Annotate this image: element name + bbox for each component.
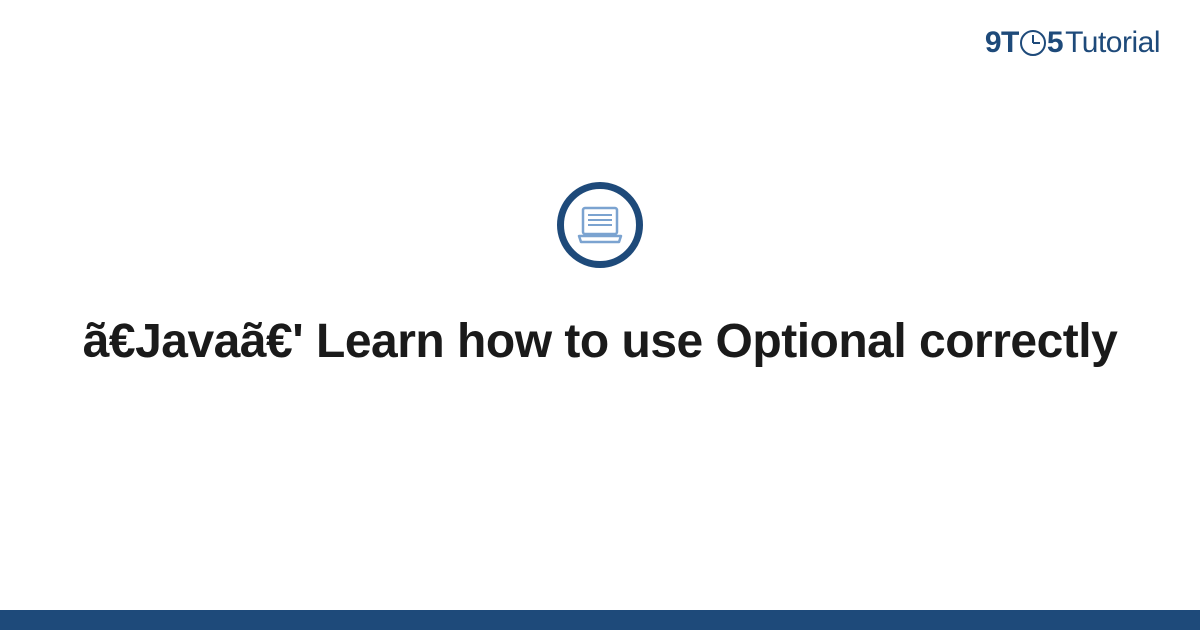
laptop-icon xyxy=(577,206,623,244)
brand-text-9t: 9T xyxy=(985,26,1019,60)
brand-logo: 9T 5 Tutorial xyxy=(985,26,1160,60)
laptop-icon-circle xyxy=(557,182,643,268)
bottom-accent-bar xyxy=(0,610,1200,630)
main-content: ã€Javaã€' Learn how to use Optional corr… xyxy=(60,182,1140,372)
clock-icon xyxy=(1020,30,1046,56)
brand-text-5: 5 xyxy=(1047,26,1063,60)
page-title: ã€Javaã€' Learn how to use Optional corr… xyxy=(60,312,1140,372)
brand-text-tutorial: Tutorial xyxy=(1065,26,1160,60)
